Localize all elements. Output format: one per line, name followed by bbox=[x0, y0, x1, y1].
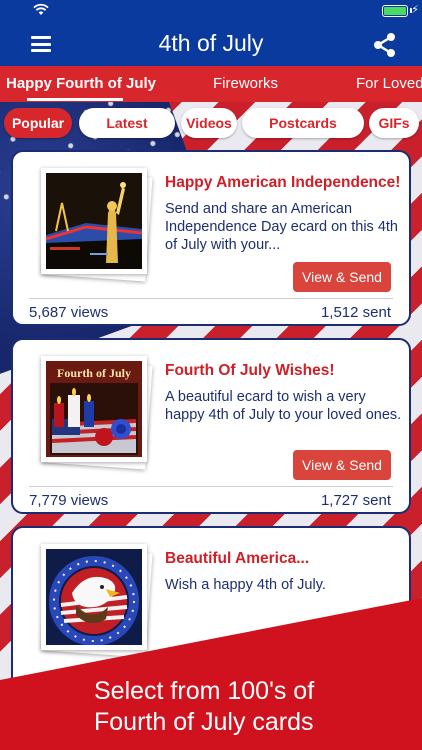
filter-videos[interactable]: Videos bbox=[181, 108, 237, 138]
view-and-send-button[interactable]: View & Send bbox=[293, 262, 391, 292]
card-title[interactable]: Fourth Of July Wishes! bbox=[165, 362, 335, 380]
view-and-send-button[interactable]: View & Send bbox=[293, 450, 391, 480]
charging-icon: ⚡ bbox=[411, 3, 419, 16]
tab-for-loved[interactable]: For Loved bbox=[356, 75, 422, 92]
views-count: 7,779 views bbox=[29, 492, 109, 509]
filter-latest[interactable]: Latest bbox=[79, 108, 175, 138]
card-description: A beautiful ecard to wish a very happy 4… bbox=[165, 389, 402, 423]
ecard-item[interactable]: Happy American Independence! Send and sh… bbox=[11, 150, 411, 326]
card-thumbnail[interactable]: Fourth of July bbox=[41, 356, 153, 470]
category-tabs: Happy Fourth of July Fireworks For Loved bbox=[0, 66, 422, 102]
divider bbox=[29, 486, 393, 487]
card-title[interactable]: Beautiful America... bbox=[165, 550, 309, 568]
filter-gifs[interactable]: GIFs bbox=[369, 108, 419, 138]
card-thumbnail[interactable] bbox=[41, 168, 153, 282]
ecard-item[interactable]: Fourth of July Fourth Of July Wishes! A bbox=[11, 338, 411, 514]
statue-of-liberty-image bbox=[46, 173, 142, 269]
page-title: 4th of July bbox=[158, 30, 264, 56]
sent-count: 1,512 sent bbox=[320, 304, 391, 321]
status-bar: ⚡ bbox=[0, 0, 422, 22]
promo-line-2: Fourth of July cards bbox=[94, 708, 314, 736]
views-count: 5,687 views bbox=[29, 304, 109, 321]
battery-icon bbox=[382, 5, 408, 17]
tab-happy-fourth-of-july[interactable]: Happy Fourth of July bbox=[6, 75, 156, 92]
sent-count: 1,727 sent bbox=[320, 492, 391, 509]
card-description: Send and share an American Independence … bbox=[165, 201, 398, 253]
filter-popular[interactable]: Popular bbox=[4, 108, 72, 138]
wifi-icon bbox=[33, 3, 49, 15]
promo-line-1: Select from 100's of bbox=[94, 677, 315, 705]
share-icon[interactable] bbox=[372, 32, 398, 58]
card-description: Wish a happy 4th of July. bbox=[165, 577, 326, 593]
tab-fireworks[interactable]: Fireworks bbox=[213, 75, 278, 92]
divider bbox=[29, 298, 393, 299]
promo-banner: Select from 100's of Fourth of July card… bbox=[0, 676, 422, 738]
candles-and-roses-image: Fourth of July bbox=[46, 361, 142, 457]
card-title[interactable]: Happy American Independence! bbox=[165, 174, 400, 192]
active-tab-indicator bbox=[27, 98, 123, 101]
thumb-caption: Fourth of July bbox=[57, 366, 131, 380]
nav-bar: 4th of July bbox=[0, 22, 422, 66]
filter-pills: Popular Latest Videos Postcards GIFs bbox=[0, 108, 422, 140]
filter-postcards[interactable]: Postcards bbox=[242, 108, 364, 138]
